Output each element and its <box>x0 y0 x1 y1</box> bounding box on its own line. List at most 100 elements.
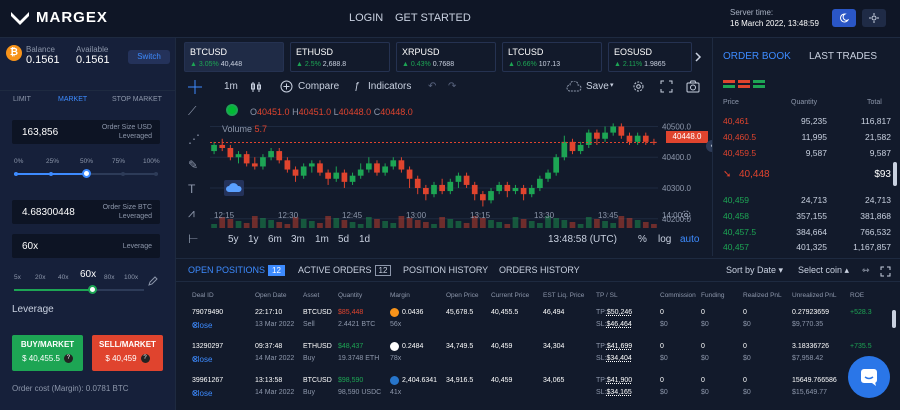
price-chart[interactable]: 12:15 12:30 12:45 13:00 13:15 13:30 13:45 14:00… <box>210 100 702 256</box>
measure-tool-icon[interactable]: ⊢ <box>188 232 198 246</box>
book-bids-icon[interactable] <box>753 80 765 88</box>
range-3m[interactable]: 3m <box>291 234 305 245</box>
leverage-field[interactable]: 60x Leverage <box>12 234 160 258</box>
x-tick-label: 13:00 <box>406 211 427 220</box>
tab-stop-market[interactable]: STOP MARKET <box>112 96 162 103</box>
trendline-tool-icon[interactable]: ⟋ <box>188 104 196 119</box>
ticker-btcusd[interactable]: BTCUSD ▲ 3.05% 40,448 <box>184 42 284 72</box>
book-asks-icon[interactable] <box>738 80 750 88</box>
leverage-slider[interactable] <box>14 285 144 294</box>
compare-button[interactable]: Compare <box>298 81 339 92</box>
get-started-link[interactable]: GET STARTED <box>395 12 471 24</box>
indicators-button[interactable]: Indicators <box>368 81 411 92</box>
drag-icon[interactable]: ⇿ <box>862 265 870 276</box>
ticker-ethusd[interactable]: ETHUSD ▲ 2.5% 2,688.8 <box>290 42 390 72</box>
fib-tool-icon[interactable]: ⋰ <box>188 132 200 146</box>
cell-sl-value[interactable]: $34,404 <box>607 355 632 362</box>
bid-row[interactable]: 40,457.5 384,664 766,532 <box>723 227 891 243</box>
ask-row[interactable]: 40,459.5 9,587 9,587 <box>723 148 891 164</box>
ticker-ltcusd[interactable]: LTCUSD ▲ 0.66% 107.13 <box>502 42 602 72</box>
order-size-btc-field[interactable]: 4.68300448 Order Size BTC Leveraged <box>12 200 160 224</box>
ticker-xrpusd[interactable]: XRPUSD ▲ 0.43% 0.7688 <box>396 42 496 72</box>
tab-market[interactable]: MARKET <box>58 96 87 103</box>
table-row[interactable]: 13290297 Close ✕ 09:37:48 14 Mar 2022 ET… <box>188 341 888 375</box>
bid-row[interactable]: 40,457 401,325 1,167,857 <box>723 242 891 258</box>
margex-logo[interactable]: MARGEX <box>10 9 108 26</box>
cell-sl-value[interactable]: $34,165 <box>607 389 632 396</box>
bid-row[interactable]: 40,459 24,713 24,713 <box>723 195 891 211</box>
auto-toggle[interactable]: auto <box>680 234 699 245</box>
chevron-down-icon[interactable]: ▾ <box>610 81 614 89</box>
range-5y[interactable]: 5y <box>228 234 239 245</box>
login-link[interactable]: LOGIN <box>349 12 383 24</box>
close-position-link[interactable]: Close ✕ <box>192 355 212 364</box>
text-tool-icon[interactable]: T <box>188 182 195 196</box>
pencil-icon[interactable] <box>148 276 158 286</box>
range-1y[interactable]: 1y <box>248 234 259 245</box>
sort-dropdown[interactable]: Sort by Date ▾ <box>726 265 783 276</box>
log-toggle[interactable]: log <box>658 234 671 245</box>
tab-limit[interactable]: LIMIT <box>13 96 31 103</box>
bid-row[interactable]: 40,458 357,155 381,868 <box>723 211 891 227</box>
tab-open-positions[interactable]: OPEN POSITIONS 12 <box>188 265 285 276</box>
volume-bar <box>537 223 543 228</box>
select-coin-dropdown[interactable]: Select coin ▴ <box>798 265 849 276</box>
close-position-link[interactable]: Close ✕ <box>192 321 212 330</box>
range-6m[interactable]: 6m <box>268 234 282 245</box>
ask-row[interactable]: 40,460.5 11,995 21,582 <box>723 132 891 148</box>
tab-position-history[interactable]: POSITION HISTORY <box>403 265 488 275</box>
tradingview-badge[interactable] <box>224 180 244 196</box>
crosshair-icon[interactable] <box>188 80 202 94</box>
leverage-slider-handle[interactable] <box>88 285 97 294</box>
tab-active-orders[interactable]: ACTIVE ORDERS 12 <box>298 265 392 276</box>
candles-icon[interactable] <box>250 81 262 93</box>
chat-button[interactable] <box>848 356 890 398</box>
plus-circle-icon[interactable] <box>280 80 293 93</box>
interval-selector[interactable]: 1m <box>224 81 238 92</box>
table-scrollbar[interactable] <box>892 310 896 328</box>
switch-button[interactable]: Switch <box>128 50 170 64</box>
sell-market-button[interactable]: SELL/MARKET $ 40,459? <box>92 335 163 371</box>
percent-toggle[interactable]: % <box>638 234 647 245</box>
redo-icon[interactable]: ↷ <box>448 81 456 92</box>
range-5d[interactable]: 5d <box>338 234 349 245</box>
chart-settings-icon[interactable] <box>680 209 692 221</box>
expand-icon[interactable] <box>880 266 891 277</box>
order-size-slider-handle[interactable] <box>82 169 91 178</box>
ticker-eosusd[interactable]: EOSUSD ▲ 2.11% 1.9865 <box>608 42 692 72</box>
save-button[interactable]: Save <box>586 81 609 92</box>
camera-icon[interactable] <box>686 80 700 93</box>
order-size-usd-field[interactable]: 163,856 Order Size USD Leveraged <box>12 120 160 144</box>
order-book-scrollbar[interactable] <box>893 162 897 186</box>
cell-tp-value[interactable]: $50,246 <box>607 309 632 316</box>
table-row[interactable]: 79079490 Close ✕ 22:17:10 13 Mar 2022 BT… <box>188 307 888 341</box>
fullscreen-icon[interactable] <box>660 80 673 93</box>
light-theme-button[interactable] <box>862 9 886 27</box>
chevron-right-icon[interactable] <box>694 52 702 62</box>
cell-sl-value[interactable]: $46,464 <box>607 321 632 328</box>
volume-bar <box>276 222 283 228</box>
book-both-icon[interactable] <box>723 80 735 88</box>
tab-orders-history[interactable]: ORDERS HISTORY <box>499 265 580 275</box>
undo-icon[interactable]: ↶ <box>428 81 436 92</box>
cloud-icon[interactable] <box>566 81 582 93</box>
brush-tool-icon[interactable]: ✎ <box>188 158 198 172</box>
tab-last-trades[interactable]: LAST TRADES <box>809 51 877 62</box>
dark-theme-button[interactable] <box>832 9 856 27</box>
table-row[interactable]: 39961267 Close ✕ 13:13:58 14 Mar 2022 BT… <box>188 375 888 409</box>
close-position-link[interactable]: Close ✕ <box>192 389 212 398</box>
cell-tp-value[interactable]: $41,699 <box>607 343 632 350</box>
candle-body <box>423 188 429 195</box>
ask-row[interactable]: 40,461 95,235 116,817 <box>723 116 891 132</box>
range-1d[interactable]: 1d <box>359 234 370 245</box>
ticker-change: 0.43% <box>410 61 431 68</box>
pattern-tool-icon[interactable]: ⩘ <box>188 206 195 221</box>
gear-icon[interactable] <box>632 80 645 93</box>
x-tick-label: 12:15 <box>214 211 235 220</box>
range-1m[interactable]: 1m <box>315 234 329 245</box>
buy-market-button[interactable]: BUY/MARKET $ 40,455.5? <box>12 335 83 371</box>
cell-tp-value[interactable]: $41,900 <box>607 377 632 384</box>
order-size-slider[interactable] <box>14 169 158 178</box>
tab-order-book[interactable]: ORDER BOOK <box>723 51 791 62</box>
function-icon[interactable]: ƒ <box>354 81 360 92</box>
